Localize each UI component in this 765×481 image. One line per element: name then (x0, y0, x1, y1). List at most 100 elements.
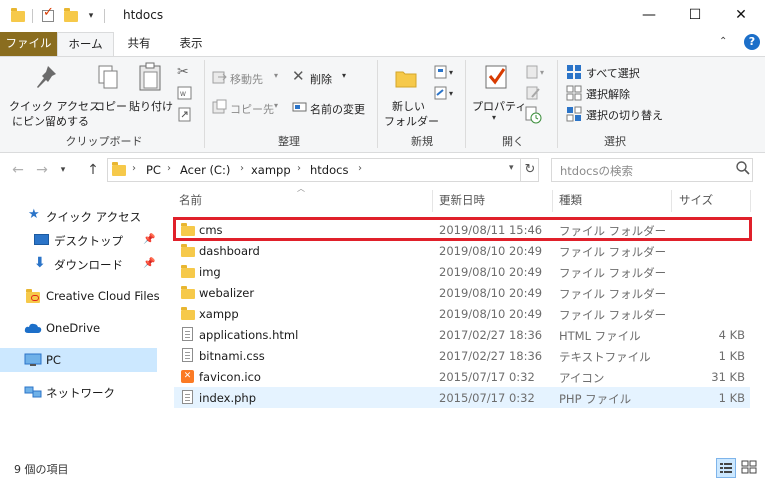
breadcrumb-separator-icon[interactable]: › (167, 163, 171, 174)
customize-toolbar-dropdown[interactable]: ▾ (85, 7, 97, 23)
breadcrumb-xampp[interactable]: xampp (251, 163, 291, 177)
tab-file[interactable]: ファイル (0, 32, 57, 56)
folder-icon (181, 286, 195, 299)
breadcrumb-separator-icon[interactable]: › (132, 163, 136, 174)
paste-shortcut-icon[interactable] (177, 106, 193, 122)
copy-path-icon[interactable]: W (177, 85, 193, 101)
properties-icon[interactable]: ✓ (40, 5, 56, 24)
pin-label-line2: にピン留めする (12, 115, 89, 128)
breadcrumb-separator-icon[interactable]: › (358, 163, 362, 174)
address-history-chevron-icon[interactable]: ▾ (509, 163, 514, 173)
refresh-icon[interactable]: ↻ (520, 158, 539, 182)
paste-label: 貼り付け (129, 100, 173, 113)
paste-button[interactable]: 貼り付け (128, 60, 174, 130)
properties-label: プロパティ (472, 100, 527, 113)
group-label-select: 選択 (604, 135, 626, 148)
easy-access-button[interactable]: ▾ (434, 85, 458, 101)
download-arrow-icon: ⬇ (34, 255, 46, 271)
large-icons-view-button[interactable] (740, 458, 760, 478)
move-to-button[interactable]: 移動先 ▾ (212, 68, 286, 88)
collapse-ribbon-icon[interactable]: ⌃ (719, 36, 727, 47)
table-row[interactable]: xampp 2019/08/10 20:49 ファイル フォルダー (174, 303, 750, 324)
file-modified: 2015/07/17 0:32 (439, 391, 535, 405)
rename-button[interactable]: 名前の変更 (292, 98, 372, 118)
recent-locations-chevron-icon[interactable]: ▾ (53, 160, 73, 180)
divider (465, 60, 466, 148)
xampp-icon: ✕ (181, 370, 194, 383)
tab-view[interactable]: 表示 (168, 32, 214, 56)
group-label-clipboard: クリップボード (65, 135, 143, 148)
new-folder-icon[interactable] (63, 8, 79, 24)
table-row[interactable]: applications.html 2017/02/27 18:36 HTML … (174, 324, 750, 345)
invert-selection-label: 選択の切り替え (586, 109, 663, 122)
large-icons-view-icon (741, 460, 757, 474)
column-divider[interactable] (432, 190, 433, 212)
invert-selection-button[interactable]: 選択の切り替え (566, 105, 666, 123)
folder-icon (181, 265, 195, 278)
column-divider[interactable] (671, 190, 672, 212)
nav-item-network[interactable]: ネットワーク (0, 380, 157, 404)
file-name: dashboard (199, 244, 260, 258)
breadcrumb-separator-icon[interactable]: › (240, 163, 244, 174)
nav-item-onedrive[interactable]: OneDrive (0, 316, 157, 340)
nav-item-quick-access[interactable]: ★ クイック アクセス (0, 204, 157, 228)
pin-to-quick-access-button[interactable]: クイック アクセス にピン留めする (6, 60, 100, 130)
file-type: アイコン (559, 371, 605, 385)
tab-home[interactable]: ホーム (57, 32, 114, 56)
close-button[interactable]: ✕ (718, 0, 764, 32)
table-row[interactable]: dashboard 2019/08/10 20:49 ファイル フォルダー (174, 240, 750, 261)
column-header-name[interactable]: 名前 (179, 192, 202, 212)
breadcrumb-htdocs[interactable]: htdocs (310, 163, 348, 177)
easy-access-icon: ▾ (434, 86, 453, 100)
nav-item-downloads[interactable]: ⬇ ダウンロード 📌 (0, 252, 157, 276)
cut-icon[interactable]: ✂ (177, 64, 193, 80)
history-icon (525, 106, 542, 124)
chevron-down-icon: ▾ (492, 113, 497, 122)
back-arrow-icon[interactable]: ← (8, 160, 28, 180)
table-row[interactable]: bitnami.css 2017/02/27 18:36 テキストファイル 1 … (174, 345, 750, 366)
copy-button[interactable]: コピー (92, 60, 127, 130)
column-divider[interactable] (750, 190, 751, 212)
table-row[interactable]: webalizer 2019/08/10 20:49 ファイル フォルダー (174, 282, 750, 303)
minimize-button[interactable]: — (626, 0, 672, 32)
nav-label: デスクトップ (54, 234, 123, 248)
copy-to-button[interactable]: コピー先 ▾ (212, 98, 286, 118)
details-view-button[interactable] (716, 458, 736, 478)
nav-item-desktop[interactable]: デスクトップ 📌 (0, 228, 157, 252)
file-type: ファイル フォルダー (559, 287, 667, 301)
new-item-button[interactable]: ▾ (434, 64, 458, 80)
forward-arrow-icon[interactable]: → (32, 160, 52, 180)
ribbon-tab-bar (0, 32, 765, 56)
column-header-modified[interactable]: 更新日時 (439, 192, 485, 212)
search-icon[interactable] (735, 160, 751, 176)
nav-item-pc[interactable]: PC (0, 348, 157, 372)
column-divider[interactable] (552, 190, 553, 212)
up-arrow-icon[interactable]: ↑ (83, 160, 103, 180)
pin-label-line1: クイック アクセス (9, 100, 100, 113)
nav-item-creative-cloud[interactable]: Creative Cloud Files (0, 284, 160, 308)
column-header-size[interactable]: サイズ (679, 192, 713, 212)
table-row[interactable]: index.php 2015/07/17 0:32 PHP ファイル 1 KB (174, 387, 750, 408)
breadcrumb-separator-icon[interactable]: › (297, 163, 301, 174)
select-all-button[interactable]: すべて選択 (566, 63, 656, 81)
open-button[interactable]: ▾ (525, 64, 549, 80)
edit-button[interactable] (525, 85, 543, 101)
file-name: favicon.ico (199, 370, 261, 384)
new-folder-button[interactable]: 新しい フォルダー (382, 60, 439, 130)
help-icon[interactable]: ? (744, 34, 760, 50)
breadcrumb-drive[interactable]: Acer (C:) (180, 163, 230, 177)
file-modified: 2017/02/27 18:36 (439, 328, 543, 342)
tab-share[interactable]: 共有 (116, 32, 162, 56)
breadcrumb-pc[interactable]: PC (146, 163, 161, 177)
table-row[interactable]: ✕ favicon.ico 2015/07/17 0:32 アイコン 31 KB (174, 366, 750, 387)
history-button[interactable] (525, 106, 543, 124)
file-modified: 2019/08/10 20:49 (439, 307, 543, 321)
select-none-button[interactable]: 選択解除 (566, 84, 656, 102)
file-name: index.php (199, 391, 257, 405)
properties-button[interactable]: プロパティ ▾ (470, 60, 526, 130)
computer-icon (24, 353, 42, 366)
column-header-type[interactable]: 種類 (559, 192, 582, 212)
delete-button[interactable]: ✕ 削除 ▾ (292, 67, 362, 88)
maximize-button[interactable]: ☐ (672, 0, 718, 32)
table-row[interactable]: img 2019/08/10 20:49 ファイル フォルダー (174, 261, 750, 282)
